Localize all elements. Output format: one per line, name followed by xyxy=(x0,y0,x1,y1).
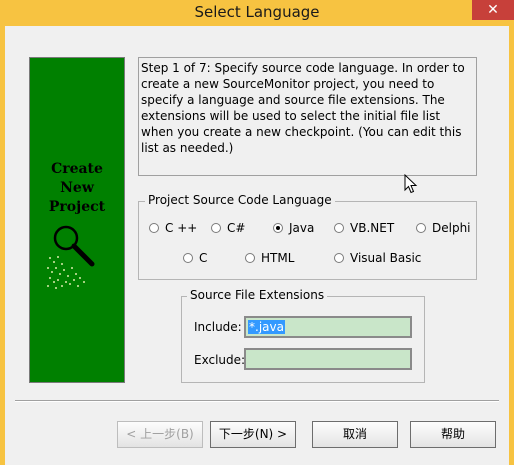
radio-visual-basic[interactable]: Visual Basic xyxy=(334,251,421,265)
radio-button-icon[interactable] xyxy=(211,223,221,233)
wizard-caption-line-3: Project xyxy=(48,199,106,215)
radio-html[interactable]: HTML xyxy=(245,251,294,265)
back-button[interactable]: < 上一步(B) xyxy=(117,421,203,448)
include-value: *.java xyxy=(248,320,285,334)
radio-label: HTML xyxy=(261,251,295,265)
radio-button-icon[interactable] xyxy=(183,253,193,263)
radio-c[interactable]: C xyxy=(183,251,207,265)
include-label: Include: xyxy=(194,320,242,334)
next-button[interactable]: 下一步(N) > xyxy=(210,421,296,448)
button-separator xyxy=(15,400,499,402)
exclude-label: Exclude: xyxy=(194,353,246,367)
radio-label: C# xyxy=(227,221,246,235)
extensions-group: Source File Extensions Include: *.java E… xyxy=(181,288,425,383)
cancel-button[interactable]: 取消 xyxy=(312,421,398,448)
radio-cpp[interactable]: C ++ xyxy=(149,221,197,235)
radio-button-icon[interactable] xyxy=(334,223,344,233)
title-bar: Select Language ✕ xyxy=(0,0,514,26)
radio-label: VB.NET xyxy=(350,221,395,235)
exclude-field[interactable] xyxy=(244,348,412,370)
magnifier-icon xyxy=(47,225,95,289)
radio-button-icon[interactable] xyxy=(245,253,255,263)
radio-label: Delphi xyxy=(432,221,471,235)
wizard-caption-line-1: Create xyxy=(51,161,103,177)
wizard-caption-line-2: New xyxy=(60,180,94,196)
extensions-group-legend: Source File Extensions xyxy=(187,288,328,302)
radio-java[interactable]: Java xyxy=(273,221,314,235)
wizard-image-caption: Create New Project xyxy=(30,160,124,217)
radio-button-selected-icon[interactable] xyxy=(273,223,283,233)
radio-label: Java xyxy=(289,221,315,235)
radio-label: C xyxy=(199,251,208,265)
mouse-cursor-icon xyxy=(404,174,418,194)
radio-vbnet[interactable]: VB.NET xyxy=(334,221,394,235)
dialog-body: Create New Project Step 1 of 7: Specify … xyxy=(5,26,509,465)
window-frame-right xyxy=(509,26,514,465)
radio-csharp[interactable]: C# xyxy=(211,221,245,235)
wizard-image: Create New Project xyxy=(29,57,125,383)
language-group: Project Source Code Language C ++ C# Jav… xyxy=(138,193,477,280)
radio-button-icon[interactable] xyxy=(149,223,159,233)
radio-label: Visual Basic xyxy=(350,251,422,265)
include-field[interactable]: *.java xyxy=(244,316,412,338)
help-button[interactable]: 帮助 xyxy=(410,421,496,448)
step-description: Step 1 of 7: Specify source code languag… xyxy=(138,57,477,176)
close-icon[interactable]: ✕ xyxy=(472,0,514,20)
radio-button-icon[interactable] xyxy=(416,223,426,233)
radio-label: C ++ xyxy=(165,221,198,235)
language-group-legend: Project Source Code Language xyxy=(145,193,335,207)
window-title: Select Language xyxy=(194,3,320,21)
radio-button-icon[interactable] xyxy=(334,253,344,263)
radio-delphi[interactable]: Delphi xyxy=(416,221,471,235)
